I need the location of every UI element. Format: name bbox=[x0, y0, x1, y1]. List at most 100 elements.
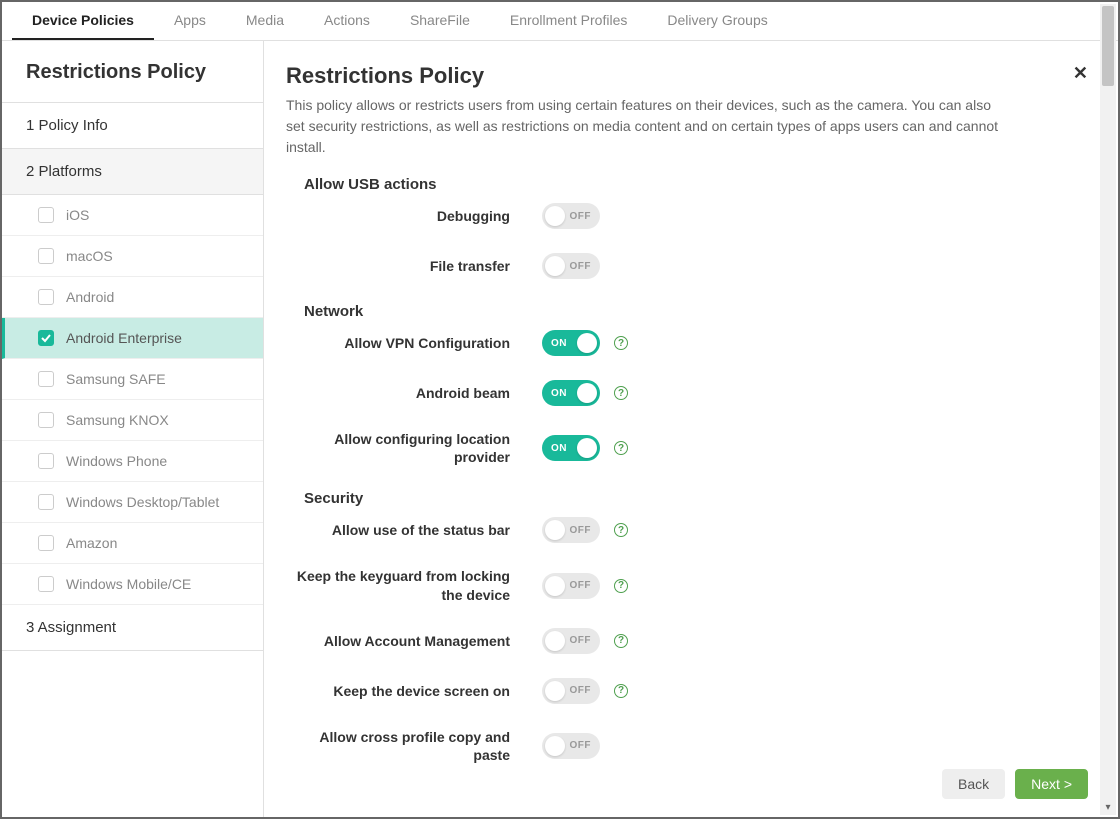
toggle-status-bar[interactable]: OFF bbox=[542, 517, 600, 543]
toggle-cross-profile-copy[interactable]: OFF bbox=[542, 733, 600, 759]
toggle-android-beam[interactable]: ON bbox=[542, 380, 600, 406]
page-description: This policy allows or restricts users fr… bbox=[286, 95, 1006, 158]
section-network: Network bbox=[304, 303, 1078, 320]
platform-label: Android Enterprise bbox=[66, 330, 182, 346]
platform-label: Windows Phone bbox=[66, 453, 167, 469]
platform-amazon[interactable]: Amazon bbox=[2, 523, 263, 564]
platform-ios[interactable]: iOS bbox=[2, 195, 263, 236]
toggle-knob bbox=[577, 333, 597, 353]
toggle-knob bbox=[577, 438, 597, 458]
platform-samsung-safe[interactable]: Samsung SAFE bbox=[2, 359, 263, 400]
checkbox-icon[interactable] bbox=[38, 576, 54, 592]
next-button[interactable]: Next > bbox=[1015, 769, 1088, 799]
help-icon[interactable]: ? bbox=[614, 579, 628, 593]
toggle-knob bbox=[577, 383, 597, 403]
checkbox-icon[interactable] bbox=[38, 535, 54, 551]
tab-media[interactable]: Media bbox=[226, 2, 304, 40]
setting-label: Keep the keyguard from locking the devic… bbox=[286, 567, 542, 603]
setting-screen-on: Keep the device screen on OFF ? bbox=[286, 678, 1078, 704]
vertical-scrollbar[interactable]: ▾ bbox=[1100, 4, 1116, 815]
toggle-keyguard[interactable]: OFF bbox=[542, 573, 600, 599]
wizard-step-label: 3 Assignment bbox=[26, 619, 116, 636]
checkbox-icon[interactable] bbox=[38, 207, 54, 223]
tab-apps[interactable]: Apps bbox=[154, 2, 226, 40]
tab-device-policies[interactable]: Device Policies bbox=[12, 2, 154, 40]
platform-label: Windows Desktop/Tablet bbox=[66, 494, 219, 510]
toggle-vpn[interactable]: ON bbox=[542, 330, 600, 356]
toggle-knob bbox=[545, 206, 565, 226]
toggle-account-management[interactable]: OFF bbox=[542, 628, 600, 654]
setting-label: Allow use of the status bar bbox=[286, 521, 542, 539]
platform-label: iOS bbox=[66, 207, 89, 223]
setting-location-provider: Allow configuring location provider ON ? bbox=[286, 430, 1078, 466]
tab-delivery-groups[interactable]: Delivery Groups bbox=[647, 2, 787, 40]
setting-label: File transfer bbox=[286, 257, 542, 275]
platform-windows-desktop-tablet[interactable]: Windows Desktop/Tablet bbox=[2, 482, 263, 523]
setting-file-transfer: File transfer OFF bbox=[286, 253, 1078, 279]
tab-enrollment-profiles[interactable]: Enrollment Profiles bbox=[490, 2, 648, 40]
setting-label: Debugging bbox=[286, 207, 542, 225]
close-icon[interactable]: ✕ bbox=[1073, 63, 1088, 84]
policy-content: ✕ Restrictions Policy This policy allows… bbox=[264, 41, 1118, 817]
platform-windows-mobile-ce[interactable]: Windows Mobile/CE bbox=[2, 564, 263, 605]
help-icon[interactable]: ? bbox=[614, 523, 628, 537]
platform-label: Samsung SAFE bbox=[66, 371, 166, 387]
scroll-down-icon[interactable]: ▾ bbox=[1100, 799, 1116, 815]
setting-keyguard: Keep the keyguard from locking the devic… bbox=[286, 567, 1078, 603]
wizard-sidebar: Restrictions Policy 1 Policy Info 2 Plat… bbox=[2, 41, 264, 817]
platform-label: Amazon bbox=[66, 535, 117, 551]
scrollbar-thumb[interactable] bbox=[1102, 6, 1114, 86]
setting-label: Allow Account Management bbox=[286, 632, 542, 650]
setting-label: Keep the device screen on bbox=[286, 682, 542, 700]
top-tabs: Device Policies Apps Media Actions Share… bbox=[2, 2, 1118, 41]
checkbox-icon[interactable] bbox=[38, 412, 54, 428]
toggle-file-transfer[interactable]: OFF bbox=[542, 253, 600, 279]
section-security: Security bbox=[304, 490, 1078, 507]
platform-samsung-knox[interactable]: Samsung KNOX bbox=[2, 400, 263, 441]
toggle-location-provider[interactable]: ON bbox=[542, 435, 600, 461]
platform-label: Samsung KNOX bbox=[66, 412, 169, 428]
tab-actions[interactable]: Actions bbox=[304, 2, 390, 40]
wizard-step-label: 1 Policy Info bbox=[26, 117, 108, 134]
help-icon[interactable]: ? bbox=[614, 386, 628, 400]
toggle-knob bbox=[545, 736, 565, 756]
wizard-footer: Back Next > bbox=[942, 769, 1088, 799]
help-icon[interactable]: ? bbox=[614, 634, 628, 648]
platform-android[interactable]: Android bbox=[2, 277, 263, 318]
setting-label: Allow VPN Configuration bbox=[286, 334, 542, 352]
checkbox-icon[interactable] bbox=[38, 494, 54, 510]
wizard-step-assignment[interactable]: 3 Assignment bbox=[2, 605, 263, 651]
toggle-knob bbox=[545, 631, 565, 651]
wizard-step-platforms[interactable]: 2 Platforms bbox=[2, 149, 263, 195]
platform-windows-phone[interactable]: Windows Phone bbox=[2, 441, 263, 482]
checkbox-icon[interactable] bbox=[38, 248, 54, 264]
back-button[interactable]: Back bbox=[942, 769, 1005, 799]
setting-android-beam: Android beam ON ? bbox=[286, 380, 1078, 406]
setting-account-management: Allow Account Management OFF ? bbox=[286, 628, 1078, 654]
checkbox-icon[interactable] bbox=[38, 453, 54, 469]
platform-macos[interactable]: macOS bbox=[2, 236, 263, 277]
page-title: Restrictions Policy bbox=[286, 63, 1078, 89]
platform-label: Android bbox=[66, 289, 114, 305]
help-icon[interactable]: ? bbox=[614, 336, 628, 350]
section-allow-usb: Allow USB actions bbox=[304, 176, 1078, 193]
tab-sharefile[interactable]: ShareFile bbox=[390, 2, 490, 40]
checkbox-icon[interactable] bbox=[38, 330, 54, 346]
platform-label: Windows Mobile/CE bbox=[66, 576, 191, 592]
toggle-screen-on[interactable]: OFF bbox=[542, 678, 600, 704]
setting-vpn: Allow VPN Configuration ON ? bbox=[286, 330, 1078, 356]
toggle-debugging[interactable]: OFF bbox=[542, 203, 600, 229]
checkbox-icon[interactable] bbox=[38, 371, 54, 387]
wizard-step-policy-info[interactable]: 1 Policy Info bbox=[2, 103, 263, 149]
platform-android-enterprise[interactable]: Android Enterprise bbox=[2, 318, 263, 359]
platform-label: macOS bbox=[66, 248, 113, 264]
sidebar-title: Restrictions Policy bbox=[2, 41, 263, 103]
setting-status-bar: Allow use of the status bar OFF ? bbox=[286, 517, 1078, 543]
checkbox-icon[interactable] bbox=[38, 289, 54, 305]
help-icon[interactable]: ? bbox=[614, 441, 628, 455]
toggle-knob bbox=[545, 520, 565, 540]
toggle-knob bbox=[545, 256, 565, 276]
toggle-knob bbox=[545, 576, 565, 596]
help-icon[interactable]: ? bbox=[614, 684, 628, 698]
setting-label: Android beam bbox=[286, 384, 542, 402]
